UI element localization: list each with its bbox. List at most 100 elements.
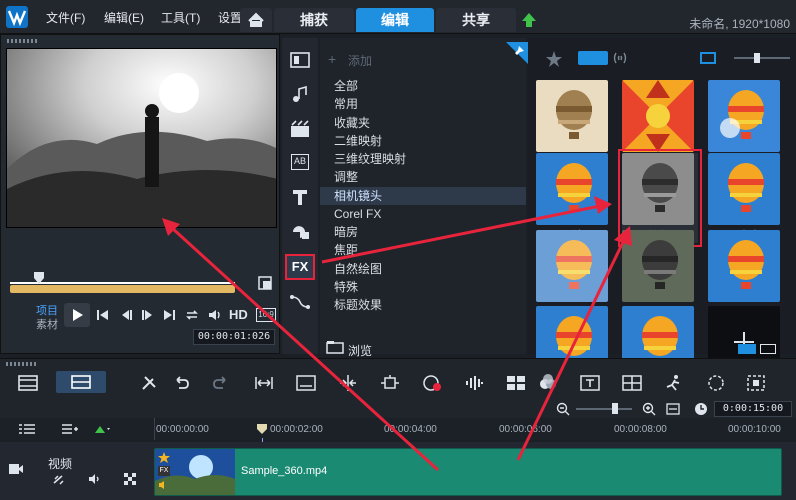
track-link-icon[interactable] — [52, 474, 66, 486]
aspect-ratio-toggle[interactable]: 16:9 — [256, 308, 276, 322]
ruler-tick-label: 00:00:04:00 — [384, 424, 437, 435]
graphics-icon[interactable] — [290, 222, 310, 240]
pin-icon[interactable] — [506, 42, 528, 64]
record-capture-icon[interactable] — [422, 374, 442, 392]
slider-handle[interactable] — [754, 53, 760, 63]
video-clip[interactable]: FX Sample_360.mp4 — [154, 448, 782, 496]
timecode-display[interactable]: 00:00:01:026 — [193, 329, 275, 345]
zoom-in-icon[interactable] — [642, 402, 656, 416]
hd-toggle[interactable]: HD — [229, 307, 248, 322]
track-label: 视频 — [48, 457, 73, 471]
project-duration: 0:00:15:00 — [714, 401, 792, 417]
browse-folder-icon[interactable] — [326, 340, 344, 354]
show-video-filters-icon[interactable] — [578, 51, 608, 65]
title-bar: 文件(F) 编辑(E) 工具(T) 设置 捕获 编辑 共享 未命名, 1920*… — [0, 0, 796, 34]
menu-settings[interactable]: 设置 — [218, 9, 242, 26]
grid-view-icon[interactable] — [738, 344, 756, 354]
repeat-icon[interactable] — [184, 307, 200, 323]
category-item[interactable]: 自然绘图 — [334, 260, 382, 278]
timeline-view-icon — [71, 375, 91, 389]
redo-icon[interactable] — [212, 374, 230, 392]
zoom-slider-handle[interactable] — [612, 403, 618, 414]
category-item[interactable]: 特殊 — [334, 278, 358, 296]
add-icon[interactable]: + — [328, 51, 336, 67]
category-item[interactable]: 调整 — [334, 168, 358, 186]
color-grading-icon[interactable] — [538, 374, 558, 392]
zoom-slider[interactable] — [576, 408, 632, 410]
timeline-playhead[interactable] — [257, 424, 267, 434]
previous-frame-icon[interactable] — [120, 308, 134, 322]
category-item[interactable]: 全部 — [334, 77, 358, 95]
favorite-star-icon — [158, 452, 170, 464]
track-mute-icon[interactable] — [88, 473, 102, 485]
motion-tracking-icon[interactable] — [664, 374, 684, 392]
star-add-icon[interactable] — [546, 50, 566, 68]
timeline-ruler[interactable]: 00:00:00:00 00:00:02:00 00:00:04:00 00:0… — [0, 418, 796, 440]
zoom-out-icon[interactable] — [556, 402, 570, 416]
next-frame-icon[interactable] — [140, 308, 154, 322]
category-item-selected[interactable]: 相机镜头 — [320, 187, 526, 205]
track-manager-icon[interactable] — [18, 423, 36, 435]
fit-project-icon[interactable] — [666, 402, 680, 416]
trim-range[interactable] — [10, 285, 235, 293]
media-icon[interactable] — [290, 52, 310, 68]
subtitle-editor-icon[interactable] — [296, 374, 316, 392]
category-item[interactable]: 暗房 — [334, 223, 358, 241]
tools-icon[interactable] — [140, 374, 158, 392]
auto-music-icon[interactable] — [746, 374, 766, 392]
add-remove-chapter-icon[interactable] — [60, 423, 78, 435]
upload-arrow-icon[interactable] — [520, 11, 538, 29]
category-item[interactable]: 焦距 — [334, 241, 358, 259]
go-to-start-icon[interactable] — [96, 308, 110, 322]
instant-project-icon[interactable] — [290, 120, 310, 138]
browse-label[interactable]: 浏览 — [348, 342, 372, 359]
go-to-end-icon[interactable] — [162, 308, 176, 322]
audio-icon[interactable] — [290, 86, 310, 104]
transition-icon[interactable]: AB — [291, 154, 309, 170]
title-subtitle-icon[interactable] — [580, 374, 600, 392]
category-item[interactable]: 二维映射 — [334, 132, 382, 150]
category-item[interactable]: 三维纹理映射 — [334, 150, 406, 168]
clip-mode-label[interactable]: 素材 — [36, 316, 58, 332]
show-audio-filters-icon[interactable] — [612, 49, 628, 67]
list-view-icon[interactable] — [760, 344, 776, 354]
video-preview[interactable] — [6, 48, 277, 228]
fit-timeline-icon[interactable] — [254, 374, 274, 392]
menu-tools[interactable]: 工具(T) — [161, 9, 200, 26]
ruler-scale[interactable] — [154, 418, 796, 440]
tab-share[interactable]: 共享 — [436, 8, 516, 32]
category-item[interactable]: Corel FX — [334, 205, 381, 223]
tab-edit[interactable]: 编辑 — [356, 8, 434, 32]
tab-capture[interactable]: 捕获 — [274, 8, 354, 32]
volume-icon[interactable] — [207, 307, 223, 323]
menu-edit[interactable]: 编辑(E) — [104, 9, 144, 26]
home-tab[interactable] — [240, 8, 272, 32]
mask-creator-icon[interactable] — [706, 374, 726, 392]
motion-path-icon[interactable] — [290, 294, 310, 310]
enlarge-preview-icon[interactable] — [258, 276, 272, 290]
pan-zoom-icon[interactable] — [380, 374, 400, 392]
thumbnail-size-slider[interactable] — [734, 57, 790, 59]
filter-thumbnail — [536, 80, 608, 152]
undo-icon[interactable] — [172, 374, 190, 392]
category-item[interactable]: 收藏夹 — [334, 114, 370, 132]
timeline-view-button[interactable] — [56, 371, 106, 393]
split-clip-icon[interactable] — [338, 374, 358, 392]
category-item[interactable]: 标题效果 — [334, 296, 382, 314]
play-button[interactable] — [64, 303, 90, 327]
panel-grip — [6, 362, 38, 366]
title-icon[interactable] — [291, 188, 309, 206]
storyboard-view-icon[interactable] — [18, 375, 38, 391]
filter-fx-icon[interactable]: FX — [285, 254, 315, 280]
track-options-icon[interactable] — [94, 423, 112, 435]
playhead-marker[interactable] — [34, 272, 44, 284]
menu-file[interactable]: 文件(F) — [46, 9, 85, 26]
fx-badge: FX — [158, 466, 170, 476]
view-toggle-icon[interactable] — [700, 52, 716, 64]
track-grid-icon[interactable] — [124, 473, 136, 485]
split-screen-icon[interactable] — [622, 374, 642, 392]
add-category-label[interactable]: 添加 — [348, 52, 372, 69]
multi-camera-icon[interactable] — [506, 374, 526, 392]
category-item[interactable]: 常用 — [334, 95, 358, 113]
sound-mixer-icon[interactable] — [464, 374, 484, 392]
